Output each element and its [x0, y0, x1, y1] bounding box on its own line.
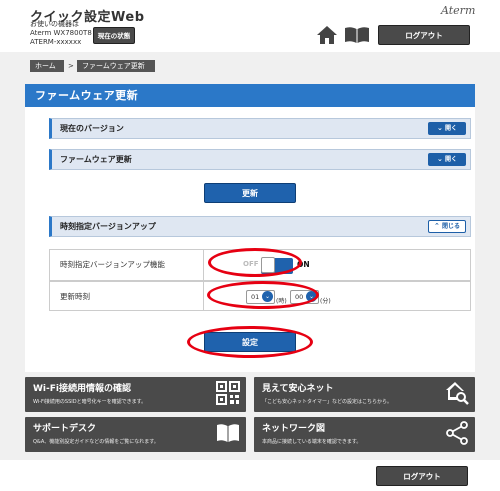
section-scheduled-update[interactable]: 時刻指定バージョンアップ ⌃ 閉じる	[49, 216, 471, 237]
highlight-ring-toggle	[208, 248, 302, 277]
time-label: 更新時刻	[60, 292, 90, 301]
home-icon[interactable]	[316, 25, 338, 45]
expand-label: 開く	[444, 156, 457, 163]
card-title: ネットワーク図	[262, 424, 326, 434]
collapse-label: 閉じる	[441, 223, 460, 230]
highlight-ring-set	[187, 326, 313, 358]
section-label: 時刻指定バージョンアップ	[60, 222, 156, 231]
expand-label: 開く	[444, 125, 457, 132]
card-support-desk[interactable]: サポートデスク Q&A、機能別設定ガイドなどの情報をご覧になれます。	[25, 417, 246, 452]
update-button[interactable]: 更新	[204, 183, 296, 203]
row-divider	[203, 250, 204, 280]
section-firmware-update[interactable]: ファームウェア更新 ⌄ 開く	[49, 149, 471, 170]
card-desc: Wi-Fi接続用のSSIDと暗号化キーを確認できます。	[33, 399, 147, 405]
chevron-up-icon: ⌃	[434, 222, 440, 230]
breadcrumb-current: ファームウェア更新	[77, 60, 155, 72]
expand-button[interactable]: ⌄ 開く	[428, 122, 466, 135]
card-mieru-anshin-net[interactable]: 見えて安心ネット 「こども安心ネットタイマー」などの設定はこちらから。	[254, 377, 475, 412]
header: クイック設定Web お使いの機器は Aterm WX7800T8 ATERM-x…	[0, 0, 500, 52]
manual-book-icon[interactable]	[344, 26, 370, 44]
card-desc: Q&A、機能別設定ガイドなどの情報をご覧になれます。	[33, 439, 159, 445]
expand-button[interactable]: ⌄ 開く	[428, 153, 466, 166]
aterm-logo: Aterm	[441, 4, 476, 17]
section-current-version[interactable]: 現在のバージョン ⌄ 開く	[49, 118, 471, 139]
page-title: ファームウェア更新	[25, 84, 475, 107]
book-icon	[217, 424, 239, 442]
breadcrumb-home[interactable]: ホーム	[30, 60, 64, 72]
section-label: ファームウェア更新	[60, 155, 132, 164]
card-desc: 「こども安心ネットタイマー」などの設定はこちらから。	[262, 399, 393, 405]
card-title: Wi-Fi接続用情報の確認	[33, 384, 131, 394]
device-model: Aterm WX7800T8	[30, 29, 92, 37]
card-wifi-info[interactable]: Wi-Fi接続用情報の確認 Wi-Fi接続用のSSIDと暗号化キーを確認できます…	[25, 377, 246, 412]
highlight-ring-time	[207, 281, 319, 309]
minute-unit: (分)	[320, 298, 331, 305]
logout-button[interactable]: ログアウト	[378, 25, 470, 45]
logout-button-bottom[interactable]: ログアウト	[376, 466, 468, 486]
firmware-panel: ファームウェア更新 現在のバージョン ⌄ 開く ファームウェア更新 ⌄ 開く 更…	[25, 84, 475, 372]
section-label: 現在のバージョン	[60, 124, 124, 133]
card-title: 見えて安心ネット	[262, 384, 334, 394]
qr-code-icon	[216, 381, 240, 405]
device-name: ATERM-xxxxxx	[30, 38, 82, 46]
device-line: お使いの機器は	[30, 20, 79, 28]
home-search-icon	[446, 382, 469, 405]
device-info: お使いの機器は Aterm WX7800T8 ATERM-xxxxxx	[30, 20, 92, 47]
card-network-map[interactable]: ネットワーク図 本商品に接続している端末を確認できます。	[254, 417, 475, 452]
card-title: サポートデスク	[33, 424, 97, 434]
collapse-button[interactable]: ⌃ 閉じる	[428, 220, 466, 233]
card-desc: 本商品に接続している端末を確認できます。	[262, 439, 362, 445]
row-divider	[203, 282, 204, 310]
breadcrumb-separator: >	[68, 62, 74, 70]
feature-label: 時刻指定バージョンアップ機能	[60, 260, 165, 269]
current-status-button[interactable]: 現在の状態	[93, 27, 135, 44]
network-icon	[446, 421, 468, 445]
chevron-down-icon: ⌄	[437, 155, 443, 163]
chevron-down-icon: ⌄	[437, 124, 443, 132]
